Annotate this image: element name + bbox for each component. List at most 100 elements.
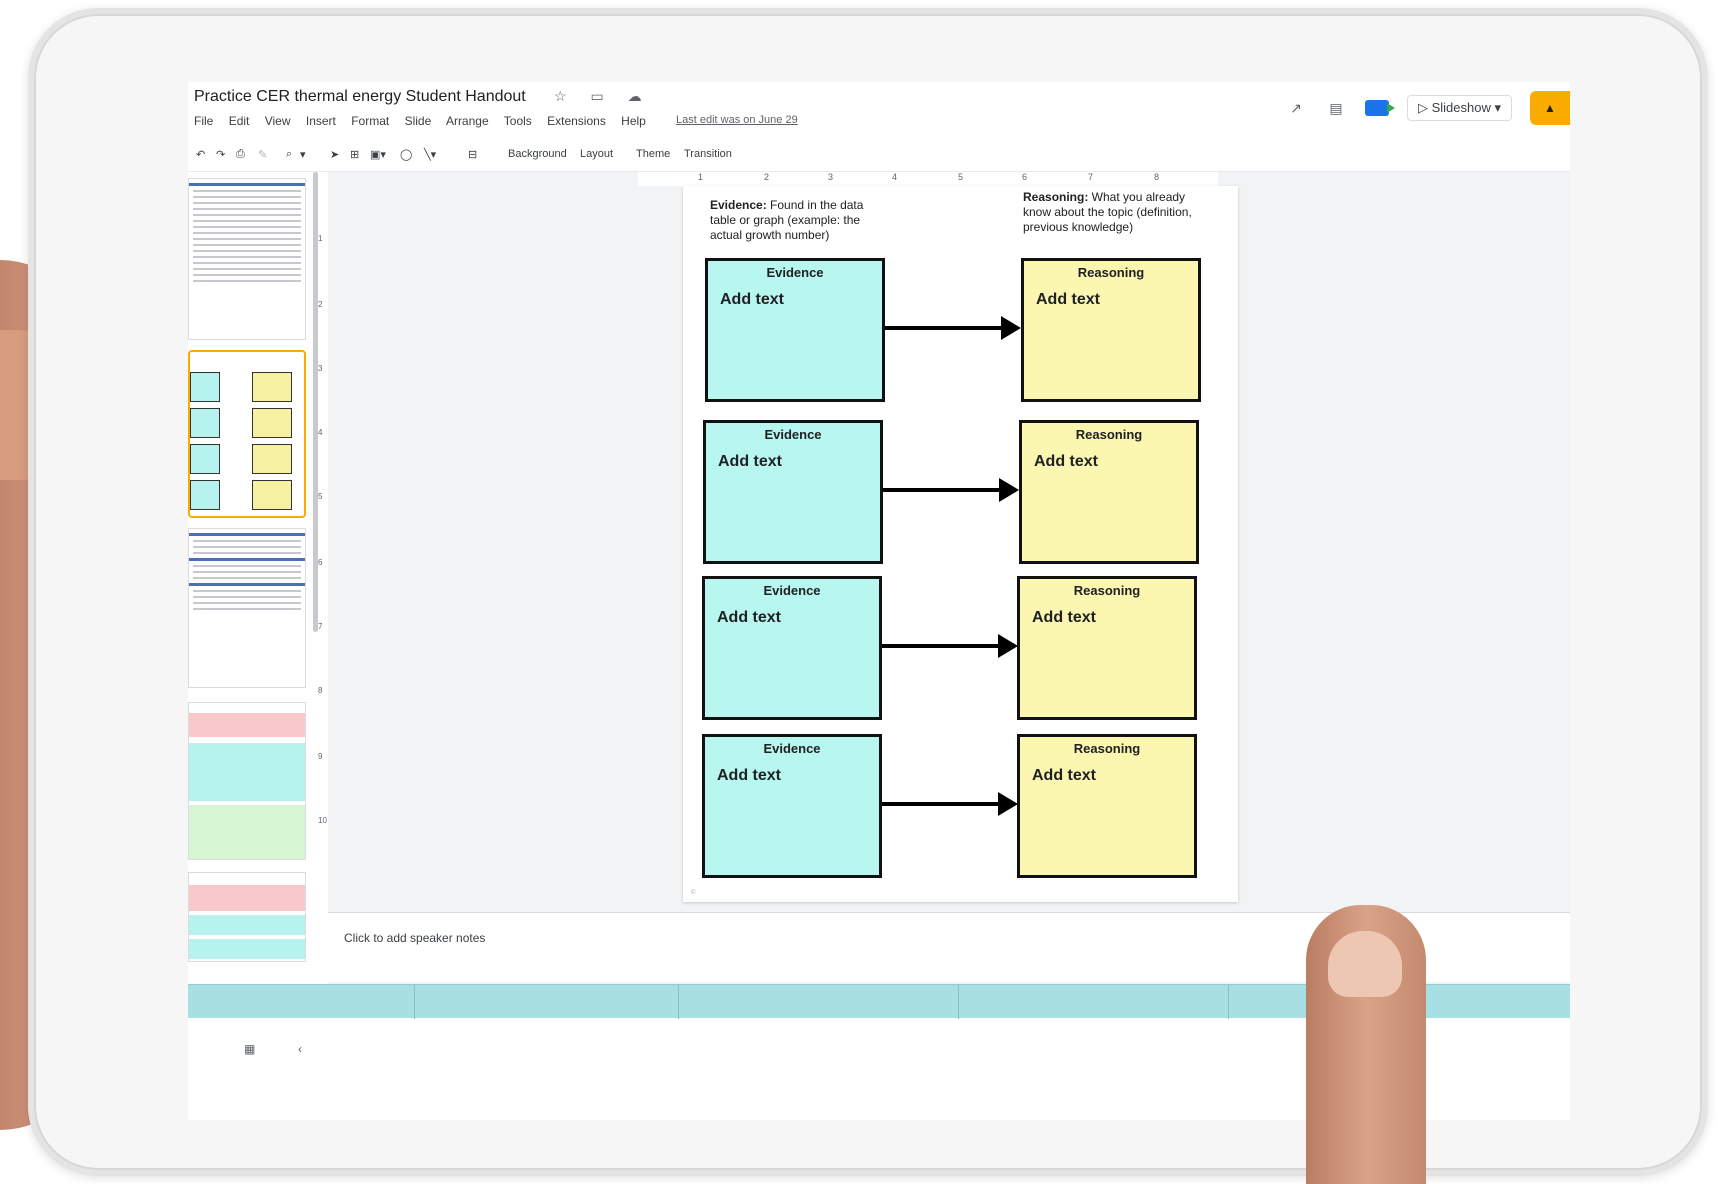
menu-slide[interactable]: Slide — [405, 114, 432, 128]
cloud-status-icon[interactable]: ☁ — [628, 88, 652, 104]
comments-icon[interactable]: ▤ — [1325, 100, 1347, 117]
arrow-connector — [885, 316, 1021, 340]
evidence-header-label: Evidence: — [710, 198, 767, 212]
evidence-box-4[interactable]: Evidence Add text — [702, 734, 882, 878]
slide-thumbnail-1[interactable] — [188, 178, 306, 340]
transition-button[interactable]: Transition — [684, 148, 732, 160]
menu-edit[interactable]: Edit — [229, 114, 250, 128]
reasoning-box-text[interactable]: Add text — [1036, 291, 1100, 309]
slide-thumbnail-3[interactable] — [188, 528, 306, 688]
ruler-tick: 8 — [1154, 172, 1160, 182]
menu-format[interactable]: Format — [351, 114, 389, 128]
ruler-tick: 6 — [1022, 172, 1028, 182]
reasoning-box-title: Reasoning — [1073, 741, 1141, 756]
line-icon[interactable]: ╲▾ — [424, 148, 436, 161]
slide-thumbnail-2[interactable] — [188, 350, 306, 518]
undo-icon[interactable]: ↶ — [196, 148, 205, 161]
menu-tools[interactable]: Tools — [504, 114, 532, 128]
ruler-tick: 4 — [892, 172, 898, 182]
reasoning-box-text[interactable]: Add text — [1034, 453, 1098, 471]
zoom-icon[interactable]: ⌕ — [286, 148, 292, 161]
slideshow-button[interactable]: ▷ Slideshow ▾ — [1406, 95, 1512, 121]
print-icon[interactable]: ⎙ — [236, 148, 245, 161]
menu-view[interactable]: View — [265, 114, 291, 128]
evidence-box-2[interactable]: Evidence Add text — [703, 420, 883, 564]
evidence-box-title: Evidence — [763, 741, 821, 756]
theme-button[interactable]: Theme — [636, 148, 670, 160]
background-button[interactable]: Background — [508, 148, 567, 160]
menu-insert[interactable]: Insert — [306, 114, 336, 128]
select-icon[interactable]: ➤ — [330, 148, 339, 161]
grid-view-icon[interactable]: ▦ — [244, 1042, 255, 1056]
ruler-tick: 2 — [764, 172, 770, 182]
ruler-tick: 4 — [318, 428, 323, 437]
document-title[interactable]: Practice CER thermal energy Student Hand… — [194, 88, 526, 106]
activity-icon[interactable]: ↗ — [1285, 100, 1307, 117]
move-folder-icon[interactable]: ▭ — [590, 88, 613, 104]
title-icons: ☆ ▭ ☁ — [554, 88, 652, 105]
star-icon[interactable]: ☆ — [554, 88, 577, 104]
image-icon[interactable]: ▣▾ — [370, 148, 386, 161]
paint-format-icon[interactable]: ✎ — [258, 148, 267, 161]
textbox-icon[interactable]: ⊞ — [350, 148, 359, 161]
reasoning-box-3[interactable]: Reasoning Add text — [1017, 576, 1197, 720]
ruler-tick: 5 — [318, 492, 323, 501]
comment-add-icon[interactable]: ⊟ — [468, 148, 477, 161]
last-edit-link[interactable]: Last edit was on June 29 — [676, 114, 798, 126]
ruler-tick: 10 — [318, 816, 327, 825]
arrow-connector — [882, 634, 1018, 658]
ruler-tick: 9 — [318, 752, 323, 761]
reasoning-box-text[interactable]: Add text — [1032, 609, 1096, 627]
reasoning-header[interactable]: Reasoning: What you already know about t… — [1023, 190, 1203, 235]
redo-icon[interactable]: ↷ — [216, 148, 225, 161]
menu-file[interactable]: File — [194, 114, 213, 128]
reasoning-box-text[interactable]: Add text — [1032, 767, 1096, 785]
slideshow-label: Slideshow — [1431, 100, 1491, 115]
evidence-box-text[interactable]: Add text — [717, 609, 781, 627]
current-slide[interactable]: Evidence: Found in the data table or gra… — [683, 186, 1238, 902]
right-finger — [1306, 905, 1426, 1184]
ruler-tick: 6 — [318, 558, 323, 567]
ruler-tick: 8 — [318, 686, 323, 695]
title-bar: Practice CER thermal energy Student Hand… — [188, 82, 1570, 140]
shape-icon[interactable]: ◯ — [400, 148, 412, 161]
evidence-box-text[interactable]: Add text — [720, 291, 784, 309]
slide-thumbnail-4[interactable] — [188, 702, 306, 860]
ruler-tick: 1 — [318, 234, 323, 243]
slide-filmstrip — [188, 172, 310, 1062]
layout-button[interactable]: Layout — [580, 148, 613, 160]
header-actions: ↗ ▤ ▷ Slideshow ▾ ▲ — [1285, 90, 1570, 126]
arrow-connector — [883, 478, 1019, 502]
evidence-box-1[interactable]: Evidence Add text — [705, 258, 885, 402]
filmstrip-footer: ▦ ‹ — [188, 1042, 328, 1072]
evidence-box-title: Evidence — [764, 427, 822, 442]
ruler-tick: 2 — [318, 300, 323, 309]
menu-help[interactable]: Help — [621, 114, 646, 128]
menu-arrange[interactable]: Arrange — [446, 114, 489, 128]
slide-thumbnail-5[interactable] — [188, 872, 306, 962]
toolbar: ↶ ↷ ⎙ ✎ ⌕ ▾ ➤ ⊞ ▣▾ ◯ ╲▾ ⊟ Background Lay… — [188, 140, 1570, 172]
reasoning-header-label: Reasoning: — [1023, 190, 1089, 204]
evidence-header[interactable]: Evidence: Found in the data table or gra… — [710, 198, 890, 243]
menu-extensions[interactable]: Extensions — [547, 114, 606, 128]
reasoning-box-1[interactable]: Reasoning Add text — [1021, 258, 1201, 402]
evidence-box-text[interactable]: Add text — [717, 767, 781, 785]
evidence-box-text[interactable]: Add text — [718, 453, 782, 471]
slide-footer-mark: © — [691, 890, 696, 896]
zoom-dropdown-icon[interactable]: ▾ — [300, 148, 306, 161]
evidence-box-title: Evidence — [763, 583, 821, 598]
ruler-tick: 3 — [318, 364, 323, 373]
reasoning-box-4[interactable]: Reasoning Add text — [1017, 734, 1197, 878]
reasoning-box-2[interactable]: Reasoning Add text — [1019, 420, 1199, 564]
collapse-filmstrip-icon[interactable]: ‹ — [298, 1042, 302, 1056]
fingernail — [1328, 931, 1402, 997]
reasoning-box-title: Reasoning — [1075, 427, 1143, 442]
evidence-box-3[interactable]: Evidence Add text — [702, 576, 882, 720]
ruler-tick: 7 — [318, 622, 323, 631]
speaker-notes-placeholder: Click to add speaker notes — [344, 931, 486, 945]
left-ruler: 1 2 3 4 5 6 7 8 9 10 — [318, 192, 328, 992]
top-ruler: 1 2 3 4 5 6 7 8 — [638, 172, 1218, 186]
share-button[interactable]: ▲ — [1530, 91, 1570, 125]
menu-bar: File Edit View Insert Format Slide Arran… — [194, 114, 658, 128]
meet-icon[interactable] — [1364, 100, 1395, 116]
